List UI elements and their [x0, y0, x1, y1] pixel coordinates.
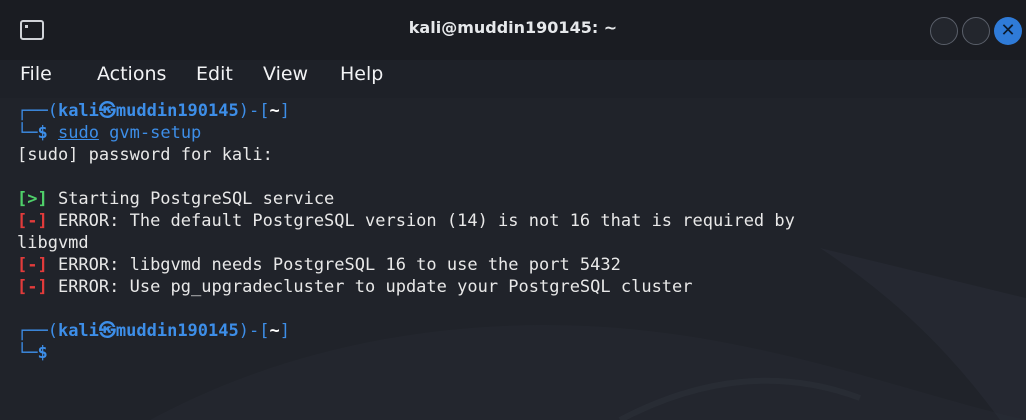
sudo-password-line: [sudo] password for kali: [17, 145, 273, 165]
ok-text: Starting PostgreSQL service [47, 189, 335, 209]
prompt-bracket-open: )-[ [238, 321, 270, 341]
output-line-error: [-] ERROR: libgvmd needs PostgreSQL 16 t… [17, 254, 621, 276]
prompt-at-symbol: ㉿ [98, 101, 116, 121]
terminal-window: kali@muddin190145: ~ ✕ File Actions Edit… [0, 0, 1026, 420]
output-line-error: [-] ERROR: Use pg_upgradecluster to upda… [17, 276, 693, 298]
prompt-dollar: $ [37, 343, 48, 363]
command-text: gvm-setup [98, 123, 202, 143]
output-line-error-wrap: libgvmd [17, 233, 89, 253]
prompt-host: muddin190145 [115, 101, 239, 121]
prompt-directory: ~ [269, 321, 280, 341]
prompt-at-symbol: ㉿ [98, 321, 116, 341]
menu-view[interactable]: View [263, 63, 308, 85]
prompt-user: kali [57, 321, 99, 341]
menu-edit[interactable]: Edit [196, 63, 233, 85]
error-text: ERROR: The default PostgreSQL version (1… [47, 211, 795, 231]
error-tag: [-] [17, 277, 48, 297]
prompt-user: kali [57, 101, 99, 121]
error-tag: [-] [17, 255, 48, 275]
output-line-error: [-] ERROR: The default PostgreSQL versio… [17, 210, 795, 232]
prompt-corner-top: ┌──( [17, 101, 58, 121]
menu-actions[interactable]: Actions [97, 63, 166, 85]
prompt-bracket-close: ] [279, 321, 290, 341]
close-button[interactable]: ✕ [994, 17, 1022, 45]
prompt-corner-top: ┌──( [17, 321, 58, 341]
command-line: └─$ sudo gvm-setup [17, 122, 201, 144]
prompt-corner-bottom: └─ [17, 343, 38, 363]
error-text: ERROR: Use pg_upgradecluster to update y… [47, 277, 693, 297]
title-bar[interactable]: kali@muddin190145: ~ ✕ [0, 0, 1026, 61]
menu-help[interactable]: Help [340, 63, 383, 85]
output-line-ok: [>] Starting PostgreSQL service [17, 188, 334, 210]
terminal-output[interactable]: ┌──(kali㉿muddin190145)-[~] └─$ sudo gvm-… [0, 98, 1026, 420]
prompt-corner-bottom: └─ [17, 123, 38, 143]
error-tag: [-] [17, 211, 48, 231]
minimize-button[interactable] [930, 17, 958, 45]
window-title: kali@muddin190145: ~ [408, 18, 618, 37]
ok-tag: [>] [17, 189, 48, 209]
command-line: └─$ [17, 342, 48, 364]
prompt-line: ┌──(kali㉿muddin190145)-[~] [17, 100, 290, 122]
prompt-directory: ~ [269, 101, 280, 121]
maximize-button[interactable] [962, 17, 990, 45]
menu-bar: File Actions Edit View Help [0, 60, 1026, 98]
prompt-bracket-close: ] [279, 101, 290, 121]
prompt-bracket-open: )-[ [238, 101, 270, 121]
command-sudo: sudo [57, 123, 99, 143]
close-icon: ✕ [1000, 20, 1016, 41]
error-text: ERROR: libgvmd needs PostgreSQL 16 to us… [47, 255, 621, 275]
prompt-dollar: $ [37, 123, 48, 143]
prompt-host: muddin190145 [115, 321, 239, 341]
prompt-line: ┌──(kali㉿muddin190145)-[~] [17, 320, 290, 342]
menu-file[interactable]: File [20, 63, 52, 85]
